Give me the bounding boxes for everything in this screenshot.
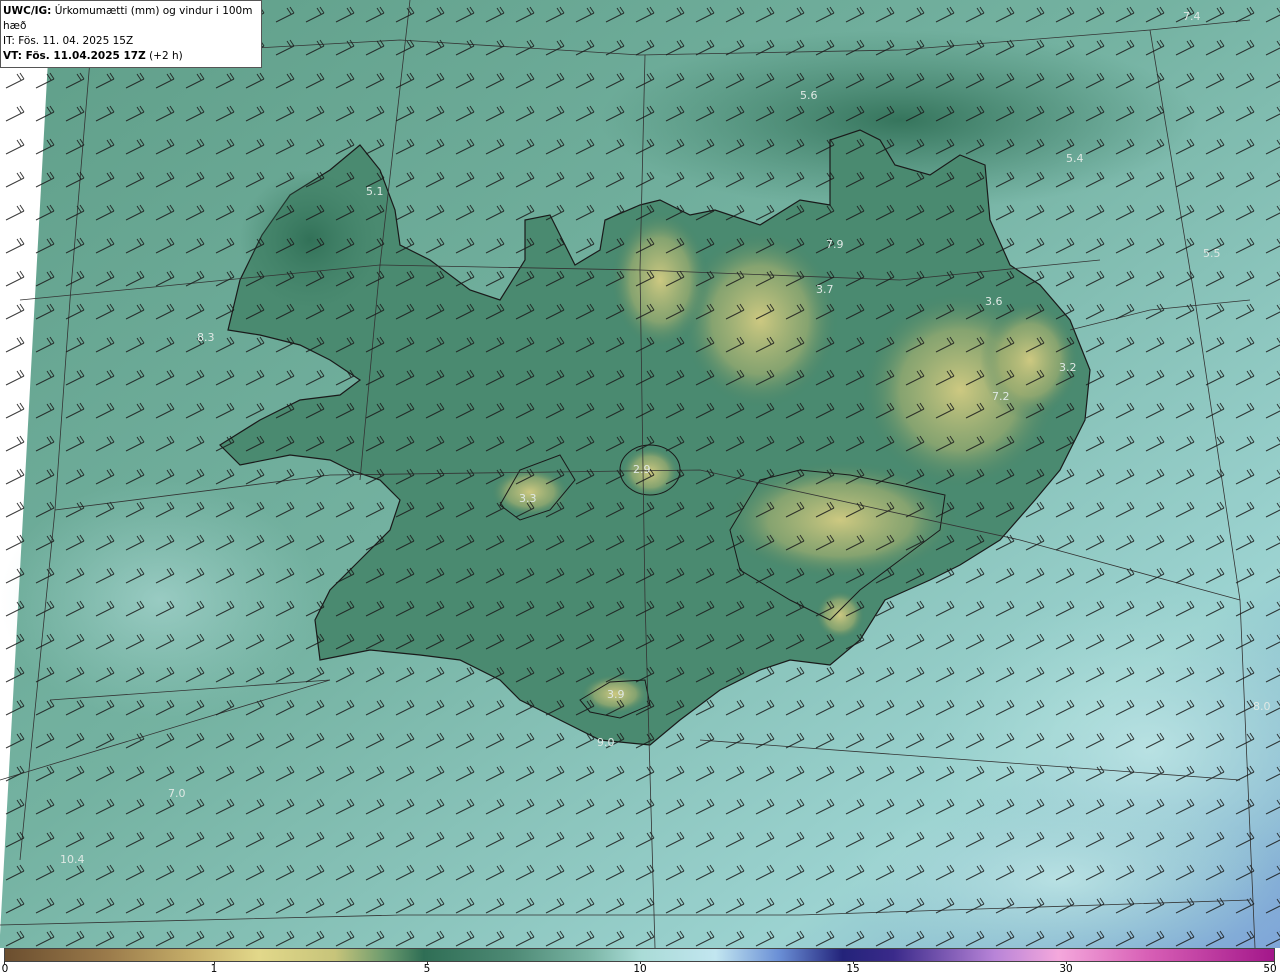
valid-offset: (+2 h) bbox=[149, 50, 183, 62]
map-value-label: 5.1 bbox=[366, 185, 384, 198]
map-value-label: 5.4 bbox=[1066, 152, 1084, 165]
map-value-label: 3.3 bbox=[519, 492, 537, 505]
map-value-label: 3.6 bbox=[985, 295, 1003, 308]
precipitation-colorbar: 0 1 5 10 15 30 50 bbox=[0, 948, 1280, 978]
init-time: IT: Fös. 11. 04. 2025 15Z bbox=[3, 35, 134, 47]
map-value-label: 7.4 bbox=[1183, 10, 1201, 23]
colorbar-tick: 1 bbox=[210, 963, 218, 975]
map-value-label: 7.2 bbox=[992, 390, 1010, 403]
map-value-label: 5.5 bbox=[1203, 247, 1221, 260]
forecast-info-box: UWC/IG: Úrkomumætti (mm) og vindur i 100… bbox=[0, 0, 262, 68]
map-value-label: 8.3 bbox=[197, 331, 215, 344]
map-value-label: 3.2 bbox=[1059, 361, 1077, 374]
colorbar-tick: 0 bbox=[1, 963, 9, 975]
colorbar-tick: 15 bbox=[846, 963, 860, 975]
colorbar-tick: 5 bbox=[423, 963, 431, 975]
map-value-label: 10.4 bbox=[60, 853, 85, 866]
map-value-label: 8.0 bbox=[1253, 700, 1271, 713]
map-value-label: 2.9 bbox=[633, 463, 651, 476]
colorbar-gradient bbox=[4, 948, 1275, 962]
colorbar-tick: 50 bbox=[1263, 963, 1277, 975]
colorbar-tick: 30 bbox=[1059, 963, 1073, 975]
valid-time: VT: Fös. 11.04.2025 17Z bbox=[3, 50, 146, 62]
map-value-label: 7.0 bbox=[168, 787, 186, 800]
map-value-label: 3.7 bbox=[816, 283, 834, 296]
model-label: UWC/IG: bbox=[3, 5, 52, 17]
map-value-label: 5.6 bbox=[800, 89, 818, 102]
map-value-label: 7.9 bbox=[826, 238, 844, 251]
precipitation-wind-map: 7.4 5.6 5.4 5.1 7.9 5.5 3.7 3.6 3.2 7.2 … bbox=[0, 0, 1280, 948]
map-value-label: 3.9 bbox=[607, 688, 625, 701]
map-value-label: 9.0 bbox=[597, 736, 615, 749]
colorbar-tick: 10 bbox=[633, 963, 647, 975]
